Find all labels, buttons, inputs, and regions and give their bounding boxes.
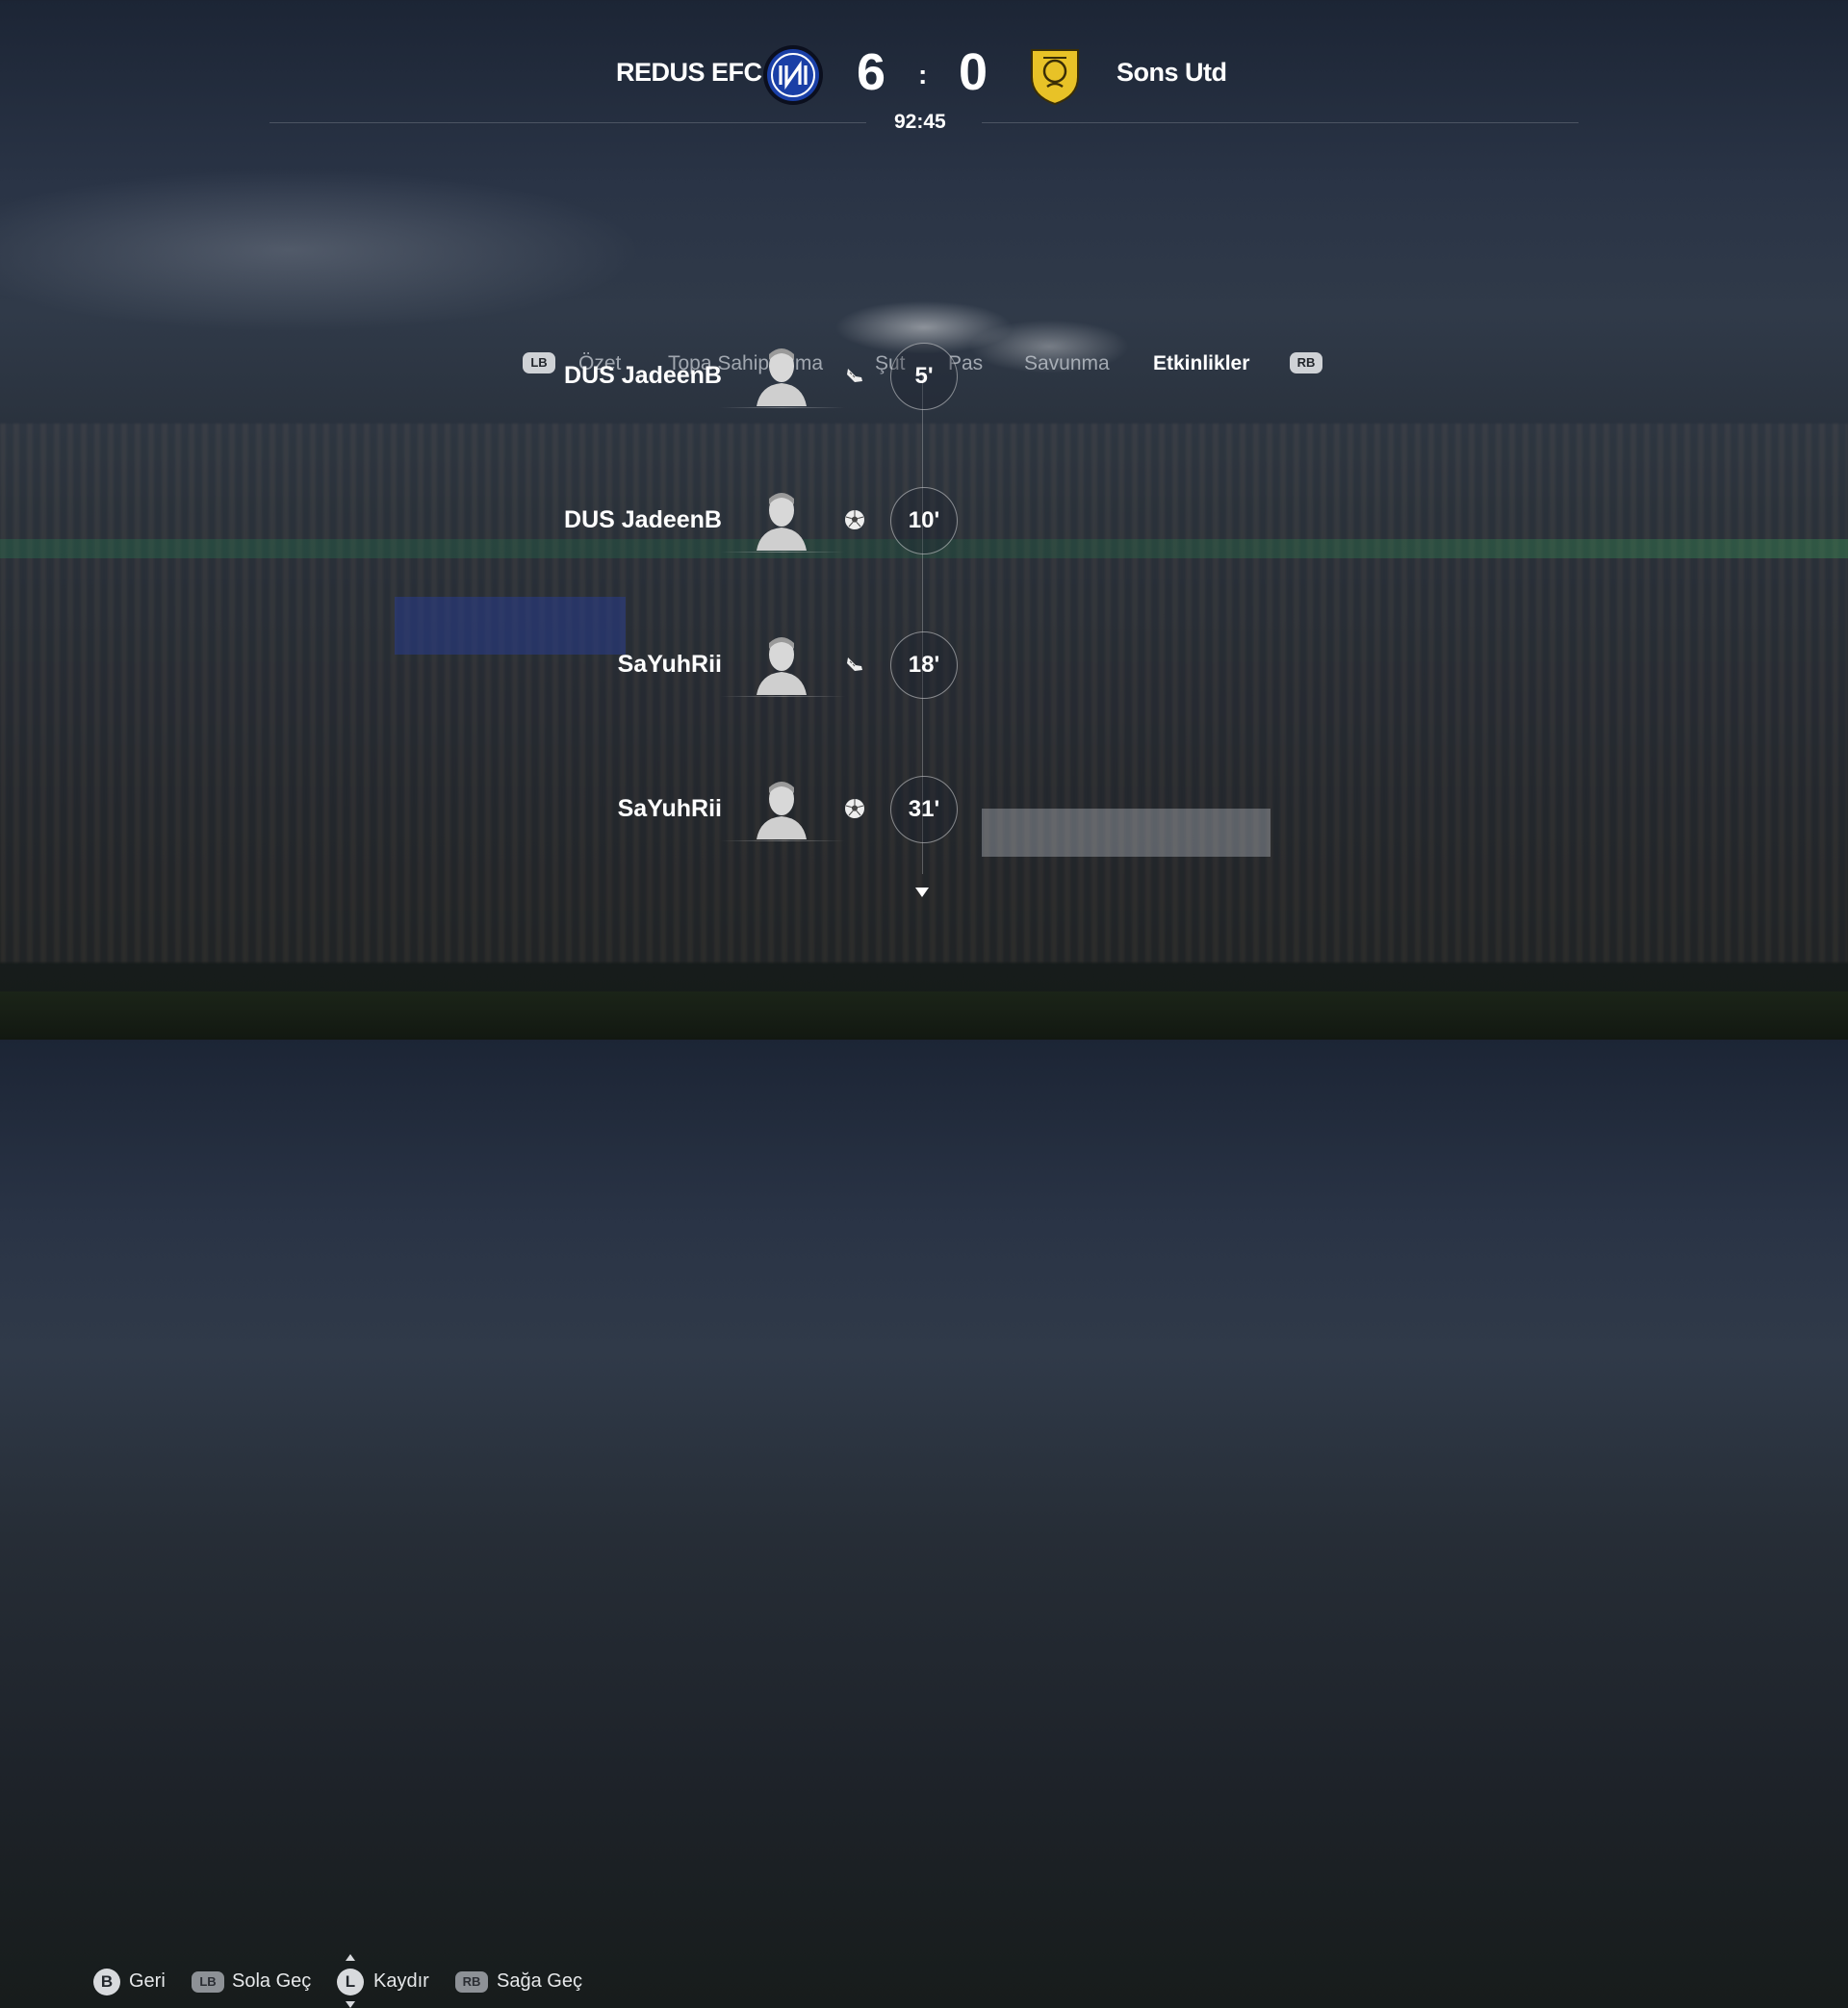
event-minute: 10': [890, 487, 958, 554]
player-avatar-icon: [757, 637, 807, 695]
player-avatar-icon: [757, 348, 807, 406]
switch-left-label[interactable]: Sola Geç: [232, 1970, 311, 1993]
rb-button-icon[interactable]: RB: [455, 1971, 488, 1993]
b-button-icon[interactable]: B: [93, 1969, 120, 1995]
assist-boot-icon: [847, 369, 862, 382]
avatar-underline: [720, 696, 845, 697]
avatar-underline: [720, 552, 845, 553]
event-row[interactable]: DUS JadeenB 5': [0, 343, 1848, 412]
event-row[interactable]: SaYuhRii 18': [0, 631, 1848, 701]
header-divider: [982, 122, 1578, 123]
away-score: 0: [959, 43, 988, 101]
stick-up-arrow-icon: [346, 1954, 355, 1961]
away-team-crest-icon: [1031, 49, 1079, 106]
player-avatar-icon: [757, 493, 807, 551]
scoreboard: REDUS EFC 6 : 0 Sons Utd 92:45: [0, 0, 1848, 135]
event-minute: 18': [890, 631, 958, 699]
score-separator: :: [918, 60, 928, 90]
goal-ball-icon: [845, 799, 864, 818]
avatar-underline: [720, 840, 845, 841]
scroll-down-icon[interactable]: [915, 888, 929, 897]
home-team-crest-icon: [763, 45, 823, 105]
stick-down-arrow-icon: [346, 2001, 355, 2008]
controller-hints: B Geri LB Sola Geç L Kaydır RB Sağa Geç: [0, 982, 1848, 2008]
player-avatar-icon: [757, 782, 807, 839]
header-divider: [270, 122, 866, 123]
stadium-roof-lights: [0, 135, 1848, 366]
lb-button-icon[interactable]: LB: [192, 1971, 224, 1993]
event-minute: 31': [890, 776, 958, 843]
back-label[interactable]: Geri: [129, 1970, 166, 1993]
event-player-name: DUS JadeenB: [564, 362, 722, 389]
switch-right-label[interactable]: Sağa Geç: [497, 1970, 582, 1993]
left-stick-icon[interactable]: L: [337, 1969, 364, 1995]
event-minute: 5': [890, 343, 958, 410]
avatar-underline: [720, 407, 845, 408]
away-team-name: Sons Utd: [1116, 58, 1227, 87]
goal-ball-icon: [845, 510, 864, 529]
event-player-name: SaYuhRii: [617, 795, 722, 822]
home-team-name: REDUS EFC: [616, 58, 762, 87]
event-player-name: SaYuhRii: [617, 651, 722, 678]
scroll-label[interactable]: Kaydır: [373, 1970, 429, 1993]
home-score: 6: [857, 43, 886, 101]
event-row[interactable]: DUS JadeenB 10': [0, 487, 1848, 556]
event-row[interactable]: SaYuhRii 31': [0, 776, 1848, 845]
assist-boot-icon: [847, 657, 862, 671]
match-clock: 92:45: [894, 111, 946, 133]
event-player-name: DUS JadeenB: [564, 506, 722, 533]
stats-tab-bar: LB Özet Topa Sahip Olma Şut Pas Savunma …: [0, 173, 1848, 374]
